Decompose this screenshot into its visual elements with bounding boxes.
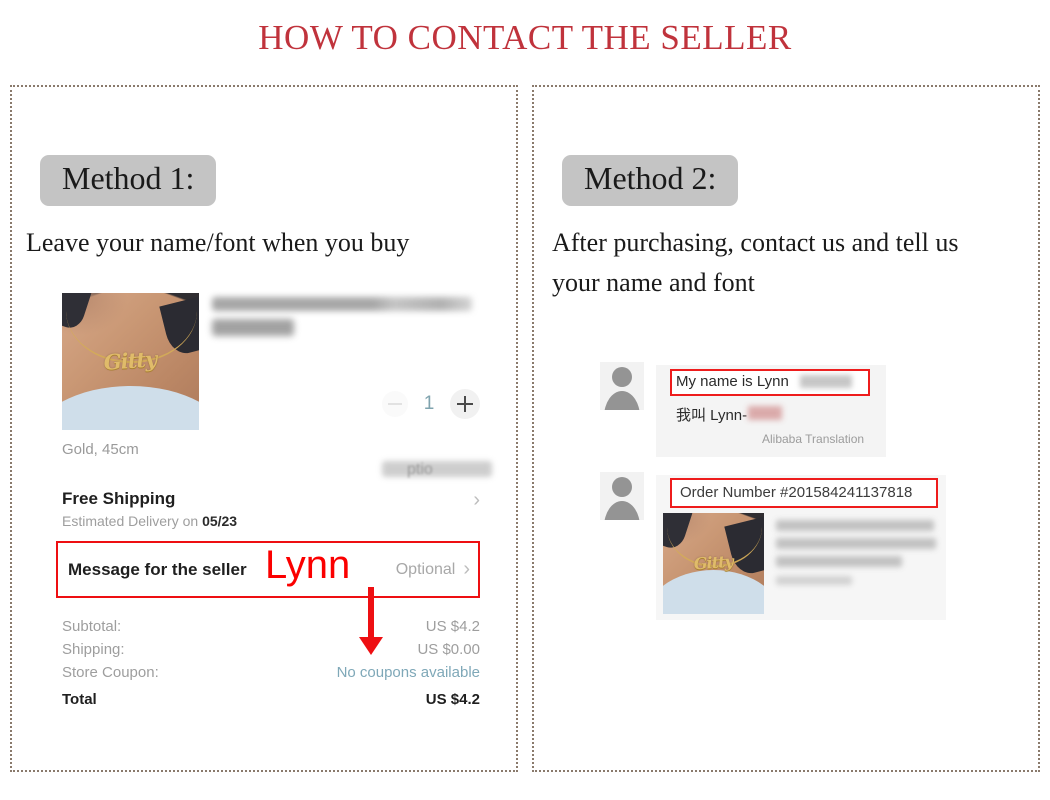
page-title: HOW TO CONTACT THE SELLER [258, 18, 792, 57]
totals-label: Total [62, 691, 97, 708]
quantity-stepper[interactable]: 1 [382, 389, 480, 419]
quantity-increase-button[interactable] [450, 389, 480, 419]
blurred-card-line [776, 576, 852, 585]
totals-label: Shipping: [62, 641, 125, 658]
message-chevron-icon[interactable]: › [463, 558, 470, 581]
chat-message-cn: 我叫 Lynn- [676, 407, 748, 424]
totals-value: US $0.00 [417, 641, 480, 658]
shipping-title: Free Shipping [62, 489, 176, 508]
totals-row: Subtotal: US $4.2 [62, 615, 480, 638]
message-for-seller-value: Optional [395, 560, 456, 578]
message-for-seller-label: Message for the seller [68, 559, 247, 579]
blurred-text-tail [800, 375, 852, 388]
cart-screenshot: Gitty 1 Gold, 45cm ptio Free Shipping Es… [52, 293, 492, 743]
totals-label: Subtotal: [62, 618, 122, 635]
shipping-estimate: Estimated Delivery on 05/23 [62, 513, 237, 529]
method-2-panel: Method 2: After purchasing, contact us a… [532, 85, 1040, 772]
shipping-estimate-date: 05/23 [202, 513, 238, 529]
blurred-card-line [776, 520, 934, 531]
necklace-pendant-text: Gitty [102, 346, 157, 375]
necklace-pendant-text: Gitty [692, 551, 733, 574]
chat-message-en: My name is Lynn [676, 373, 789, 390]
quantity-value: 1 [423, 393, 435, 414]
cart-product-row: Gitty 1 [52, 293, 484, 433]
totals-row: Shipping: US $0.00 [62, 638, 480, 661]
blurred-card-line [776, 538, 936, 549]
product-variant: Gold, 45cm [62, 441, 139, 458]
totals-label: Store Coupon: [62, 664, 159, 681]
order-number-text: Order Number #201584241137818 [680, 484, 913, 501]
translation-note: Alibaba Translation [762, 432, 865, 446]
lynn-annotation-text: Lynn [265, 543, 351, 587]
totals-row: Store Coupon: No coupons available [62, 661, 480, 684]
chat-product-thumbnail: Gitty [663, 513, 764, 614]
user-avatar-icon [600, 472, 644, 520]
option-text: ptio [407, 461, 433, 478]
product-title-blurred [212, 297, 472, 311]
method-1-panel: Method 1: Leave your name/font when you … [10, 85, 518, 772]
option-blurred [382, 461, 492, 477]
product-photo: Gitty [62, 293, 199, 430]
blurred-card-line [776, 556, 902, 567]
totals-row-grand: Total US $4.2 [62, 684, 480, 711]
shipping-block[interactable]: Free Shipping Estimated Delivery on 05/2… [62, 489, 237, 529]
method-1-description: Leave your name/font when you buy [26, 228, 410, 257]
user-avatar-icon [600, 362, 644, 410]
totals-list: Subtotal: US $4.2 Shipping: US $0.00 Sto… [62, 615, 480, 711]
methods-table: Method 1: Leave your name/font when you … [10, 85, 1040, 772]
totals-value: US $4.2 [425, 618, 480, 635]
method-1-badge: Method 1: [40, 155, 217, 206]
table-column-gap [518, 85, 532, 772]
chat-screenshot: My name is Lynn 我叫 Lynn- Alibaba Transla… [600, 362, 1010, 642]
shipping-chevron-icon[interactable]: › [473, 489, 480, 512]
quantity-decrease-button[interactable] [382, 391, 408, 417]
store-coupon-link[interactable]: No coupons available [337, 664, 480, 681]
shipping-estimate-prefix: Estimated Delivery on [62, 513, 203, 529]
method-2-badge: Method 2: [562, 155, 739, 206]
totals-value: US $4.2 [425, 691, 480, 708]
method-2-description: After purchasing, contact us and tell us… [552, 228, 959, 297]
product-price-blurred [212, 319, 294, 336]
down-arrow-icon [359, 587, 383, 655]
blurred-text-tail-cn [748, 406, 782, 420]
